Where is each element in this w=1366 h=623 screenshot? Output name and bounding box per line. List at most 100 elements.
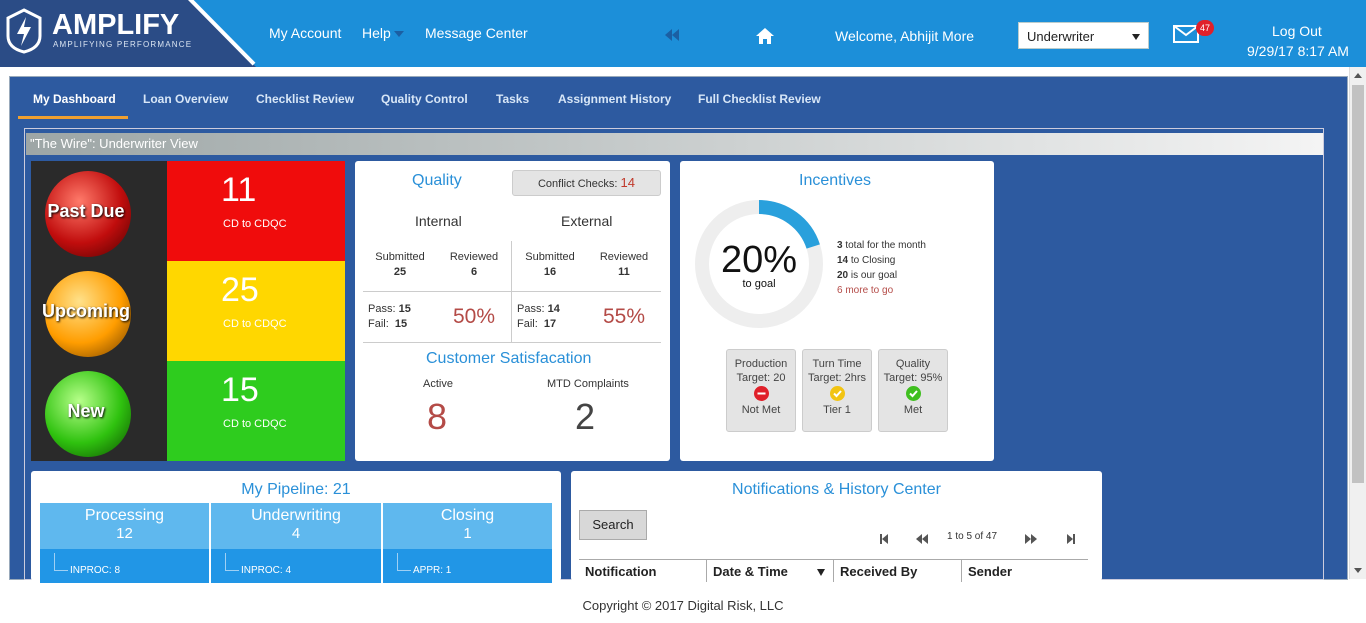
incentive-line-remaining: 6 more to go (837, 285, 893, 296)
production-target: Target: 20 (736, 372, 786, 384)
scroll-thumb[interactable] (1352, 85, 1364, 483)
column-header-received-by[interactable]: Received By (840, 564, 917, 579)
last-page-icon[interactable] (1063, 533, 1079, 545)
vertical-scrollbar[interactable] (1349, 67, 1366, 579)
past-due-row[interactable]: Past Due 11 CD to CDQC (31, 161, 345, 261)
past-due-sub: CD to CDQC (223, 218, 287, 230)
sort-desc-icon[interactable] (817, 569, 825, 576)
search-button[interactable]: Search (579, 510, 647, 540)
chevron-down-icon (393, 31, 404, 38)
pipeline-column-body: INPROC: 4 (211, 549, 381, 583)
check-circle-icon (829, 386, 845, 401)
new-row[interactable]: New 15 CD to CDQC (31, 361, 345, 461)
column-divider (961, 560, 962, 582)
mail-count-badge: 47 (1196, 20, 1214, 36)
conflict-checks-value: 14 (620, 175, 635, 190)
column-header-date-time[interactable]: Date & Time (713, 564, 788, 579)
incentive-closing-num: 14 (837, 255, 849, 266)
incentive-goal-text: is our goal (848, 270, 898, 281)
turn-time-badge[interactable]: Turn Time Target: 2hrs Tier 1 (802, 349, 872, 432)
tab-full-checklist-review[interactable]: Full Checklist Review (698, 92, 821, 106)
column-divider (833, 560, 834, 582)
internal-reviewed-value: 6 (470, 266, 478, 278)
pipeline-column-head: Closing 1 (383, 503, 552, 549)
quality-title: Quality (412, 172, 462, 189)
nav-message-center[interactable]: Message Center (425, 25, 528, 41)
footer-copyright: Copyright © 2017 Digital Risk, LLC (582, 598, 784, 613)
upcoming-sub: CD to CDQC (223, 318, 287, 330)
pipeline-column-body: APPR: 1 (383, 549, 552, 583)
incentive-remaining-text: more to go (842, 285, 894, 296)
turn-time-title: Turn Time (812, 358, 862, 370)
home-icon[interactable] (755, 27, 775, 45)
internal-pass-value: 15 (398, 303, 411, 315)
logo-icon (6, 8, 42, 54)
turn-time-status: Tier 1 (823, 404, 851, 416)
pipeline-column-head: Underwriting 4 (211, 503, 381, 549)
pipeline-item[interactable]: APPR: 1 (413, 565, 451, 576)
conflict-checks-label: Conflict Checks: (537, 178, 618, 190)
tab-my-dashboard[interactable]: My Dashboard (33, 92, 116, 106)
pager-text: 1 to 5 of 47 (947, 531, 998, 542)
external-reviewed: Reviewed 11 (594, 251, 654, 278)
production-badge[interactable]: Production Target: 20 Not Met (726, 349, 796, 432)
customer-satisfaction-title: Customer Satisfacation (426, 350, 592, 367)
pipeline-item[interactable]: INPROC: 4 (241, 565, 291, 576)
quality-badge[interactable]: Quality Target: 95% Met (878, 349, 948, 432)
pipeline-column-name: Closing (440, 507, 495, 524)
logout-link[interactable]: Log Out (1272, 23, 1322, 39)
external-submitted-value: 16 (543, 266, 557, 278)
incentives-title: Incentives (799, 172, 872, 189)
quality-badge-title: Quality (895, 358, 931, 370)
tab-assignment-history[interactable]: Assignment History (558, 92, 671, 106)
role-select-value: Underwriter (1027, 29, 1095, 44)
previous-page-icon[interactable] (914, 533, 930, 545)
external-pass-fail: Pass: 14 Fail: 17 (517, 302, 560, 332)
external-fail-value: 17 (543, 318, 557, 330)
row-divider (363, 342, 661, 343)
notifications-card: Notifications & History Center Search 1 … (571, 471, 1102, 582)
pipeline-item[interactable]: INPROC: 8 (70, 565, 120, 576)
scroll-up-icon[interactable] (1354, 73, 1362, 78)
light-housing: Past Due (31, 161, 167, 261)
nav-my-account[interactable]: My Account (269, 25, 341, 41)
dropdown-caret-icon (1132, 34, 1140, 40)
upcoming-count: 25 (221, 271, 259, 309)
first-page-icon[interactable] (876, 533, 892, 545)
tab-quality-control[interactable]: Quality Control (381, 92, 468, 106)
pipeline-underwriting[interactable]: Underwriting 4 INPROC: 4 (211, 503, 381, 583)
pipeline-column-body: INPROC: 8 (40, 549, 209, 583)
notifications-title: Notifications & History Center (732, 481, 941, 498)
tab-loan-overview[interactable]: Loan Overview (143, 92, 228, 106)
column-divider (706, 560, 707, 582)
external-reviewed-label: Reviewed (599, 251, 649, 263)
pipeline-processing[interactable]: Processing 12 INPROC: 8 (40, 503, 209, 583)
pipeline-column-name: Processing (84, 507, 165, 524)
production-status: Not Met (741, 404, 781, 416)
active-label: Active (423, 378, 453, 390)
mtd-complaints-label: MTD Complaints (547, 378, 629, 390)
upcoming-row[interactable]: Upcoming 25 CD to CDQC (31, 261, 345, 361)
active-tab-indicator (18, 116, 128, 119)
conflict-checks-button[interactable]: Conflict Checks: 14 (512, 170, 661, 196)
rewind-icon[interactable] (664, 28, 680, 42)
external-reviewed-value: 11 (618, 266, 630, 278)
role-select[interactable]: Underwriter (1018, 22, 1149, 49)
internal-reviewed: Reviewed 6 (444, 251, 504, 278)
column-header-sender[interactable]: Sender (968, 564, 1012, 579)
tab-checklist-review[interactable]: Checklist Review (256, 92, 354, 106)
scroll-down-icon[interactable] (1354, 568, 1362, 573)
external-pass-value: 14 (547, 303, 560, 315)
pipeline-column-head: Processing 12 (40, 503, 209, 549)
pipeline-title: My Pipeline: 21 (241, 481, 351, 498)
light-housing: Upcoming (31, 261, 167, 361)
internal-pass-label: Pass: (368, 303, 396, 315)
tab-tasks[interactable]: Tasks (496, 92, 529, 106)
next-page-icon[interactable] (1023, 533, 1039, 545)
external-fail-label: Fail: (517, 318, 538, 330)
notifications-table-header: Notification Date & Time Received By Sen… (579, 559, 1088, 582)
column-header-notification[interactable]: Notification (585, 564, 657, 579)
nav-help[interactable]: Help (362, 25, 404, 41)
incentive-goal-num: 20 (837, 270, 849, 281)
pipeline-closing[interactable]: Closing 1 APPR: 1 (383, 503, 552, 583)
